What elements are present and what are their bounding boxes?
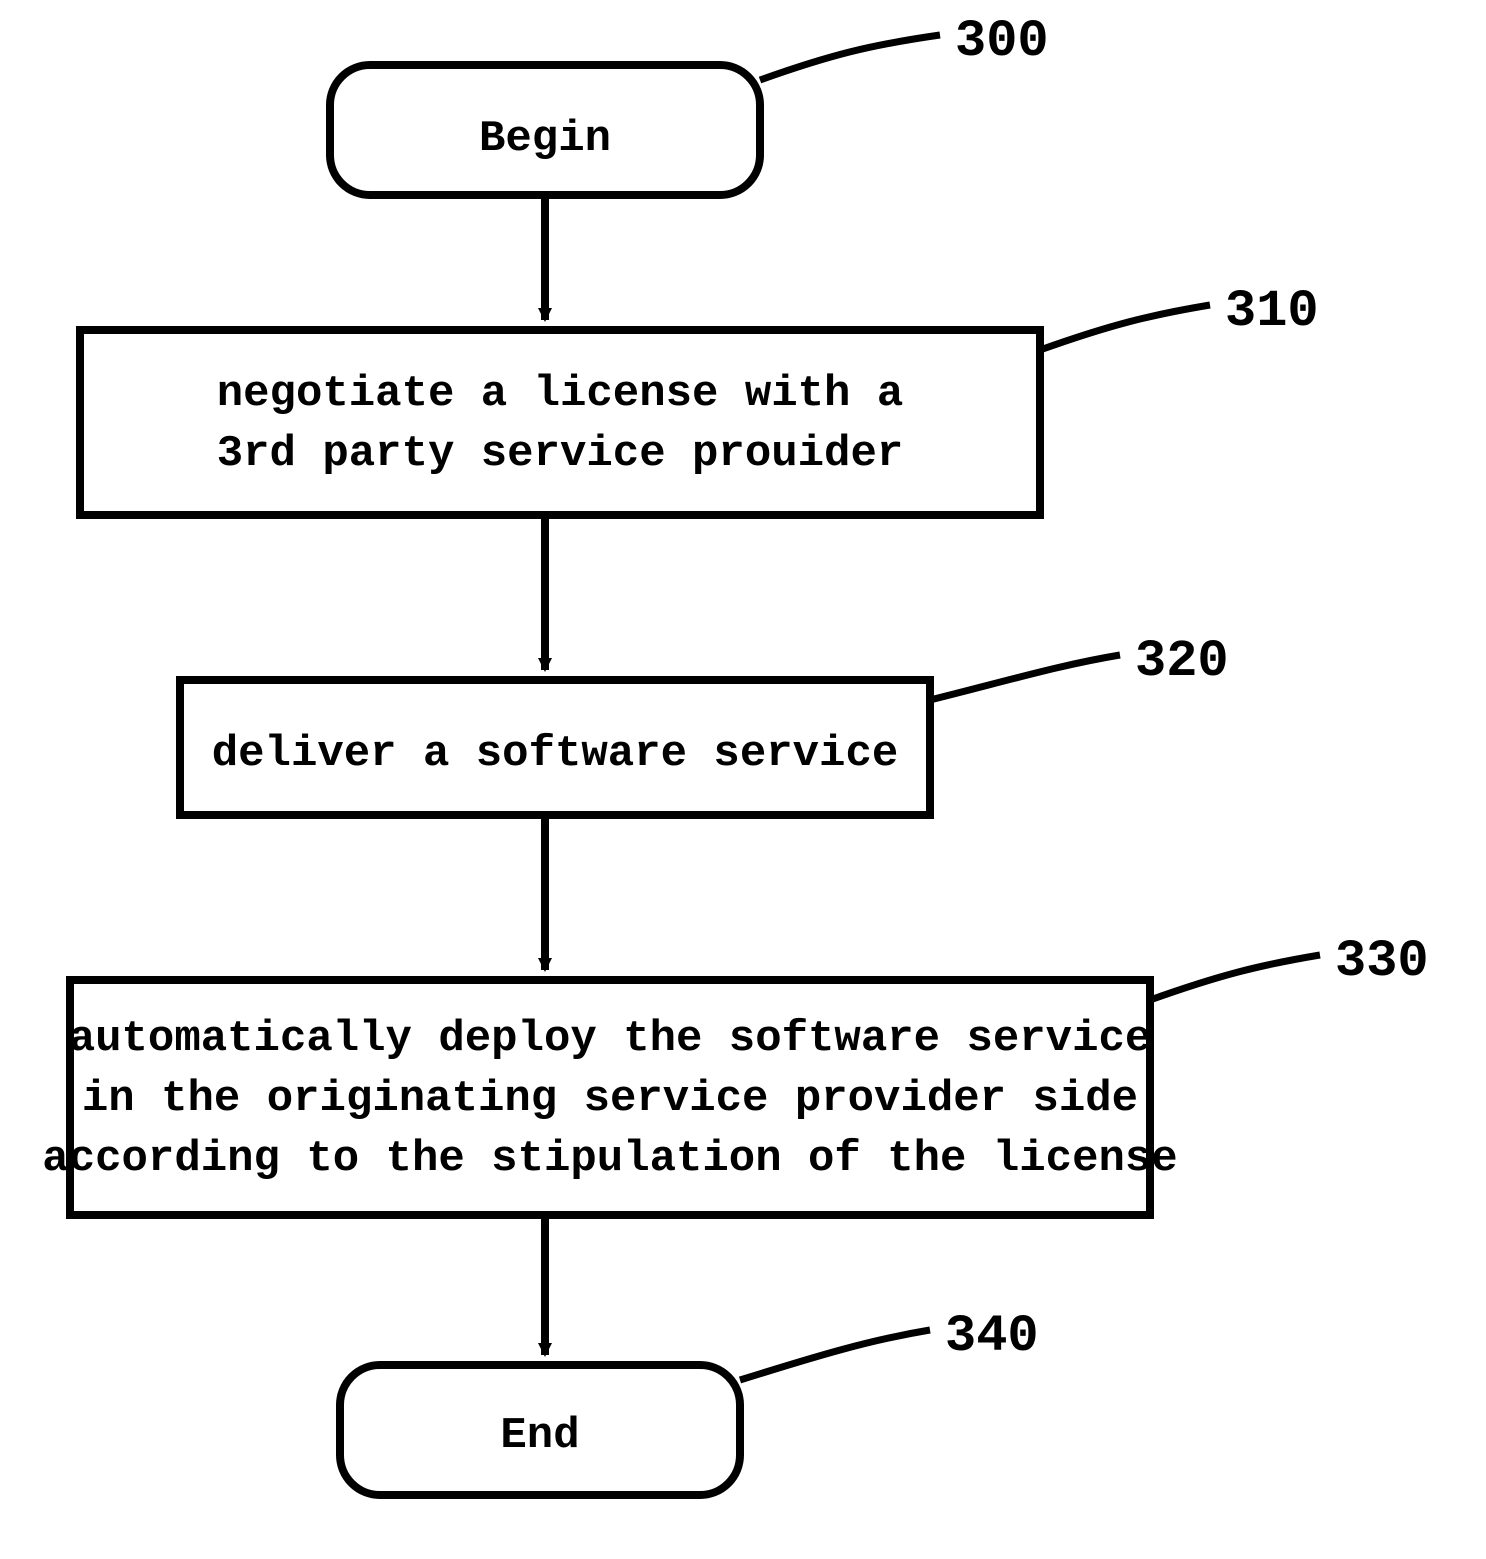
node-end: End 340 <box>340 1307 1039 1495</box>
leader-330 <box>1150 955 1320 1000</box>
leader-310 <box>1040 305 1210 350</box>
node-310-line2: 3rd party service prouider <box>217 429 904 479</box>
leader-340 <box>740 1330 930 1380</box>
flowchart: Begin 300 negotiate a license with a 3rd… <box>0 0 1486 1559</box>
node-step310: negotiate a license with a 3rd party ser… <box>80 282 1319 515</box>
node-320-line1: deliver a software service <box>212 729 899 779</box>
label-320: 320 <box>1135 632 1229 691</box>
label-310: 310 <box>1225 282 1319 341</box>
leader-320 <box>930 655 1120 700</box>
node-end-text: End <box>500 1411 579 1461</box>
node-begin-text: Begin <box>479 114 611 164</box>
label-340: 340 <box>945 1307 1039 1366</box>
label-300: 300 <box>955 12 1049 71</box>
node-310-line1: negotiate a license with a <box>217 369 904 419</box>
node-step320: deliver a software service 320 <box>180 632 1229 815</box>
leader-300 <box>760 35 940 80</box>
node-330-line1: automatically deploy the software servic… <box>69 1014 1152 1064</box>
node-330-line3: according to the stipulation of the lice… <box>42 1134 1177 1184</box>
node-step330: automatically deploy the software servic… <box>42 932 1428 1215</box>
node-begin: Begin 300 <box>330 12 1049 195</box>
label-330: 330 <box>1335 932 1429 991</box>
node-330-line2: in the originating service provider side <box>82 1074 1138 1124</box>
